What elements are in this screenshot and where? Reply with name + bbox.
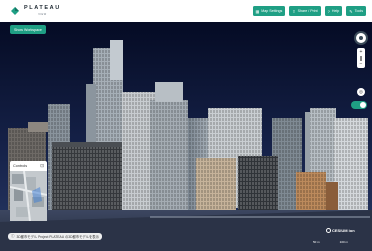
cesium-credit-text: CESIUM ion — [332, 228, 355, 233]
map-3d-viewport[interactable]: Show Workspace + − ◎ Controls ⊡ ⓘ 3D都市モデ… — [0, 22, 372, 251]
scale-bar: 50 m 100 m — [313, 240, 348, 244]
cesium-credit[interactable]: CESIUM ion — [326, 228, 355, 233]
header-button-group: ▦ Map Settings ⇪ Share / Print ? Help ✎ … — [252, 6, 366, 16]
workspace-chip-label: Show Workspace — [14, 27, 42, 32]
plateau-logo-icon — [11, 7, 19, 15]
logo[interactable]: PLATEAU VIEW — [10, 6, 61, 16]
data-notice[interactable]: ⓘ 3D都市モデル Project PLATEAU の3D都市モデルを表示 — [8, 233, 102, 240]
tools-label: Tools — [354, 9, 363, 13]
help-icon: ? — [327, 8, 330, 14]
compass-control[interactable] — [354, 31, 368, 45]
tools-button[interactable]: ✎ Tools — [346, 6, 366, 16]
minimap-graphic — [10, 171, 47, 221]
help-button[interactable]: ? Help — [324, 6, 343, 16]
zoom-in-button[interactable]: + — [360, 49, 363, 55]
app-root: PLATEAU VIEW ▦ Map Settings ⇪ Share / Pr… — [0, 0, 372, 251]
app-header: PLATEAU VIEW ▦ Map Settings ⇪ Share / Pr… — [0, 0, 372, 22]
zoom-slider[interactable] — [360, 55, 362, 61]
location-target-icon: ◎ — [359, 89, 363, 94]
toggle-knob — [360, 102, 366, 108]
map-settings-button[interactable]: ▦ Map Settings — [252, 6, 286, 16]
tools-icon: ✎ — [349, 8, 353, 14]
my-location-button[interactable]: ◎ — [357, 88, 365, 96]
data-notice-text: 3D都市モデル Project PLATEAU の3D都市モデルを表示 — [16, 235, 99, 239]
controls-panel-header[interactable]: Controls ⊡ — [10, 161, 47, 171]
map-settings-label: Map Settings — [261, 9, 283, 13]
info-icon: ⓘ — [11, 234, 15, 238]
cesium-logo-icon — [326, 228, 331, 233]
share-button[interactable]: ⇪ Share / Print — [289, 6, 321, 16]
scale-right-label: 100 m — [339, 240, 349, 244]
logo-subtext: VIEW — [38, 12, 47, 16]
help-label: Help — [331, 9, 340, 13]
controls-panel-label: Controls — [13, 164, 28, 168]
collapse-icon[interactable]: ⊡ — [40, 163, 44, 169]
zoom-control: + − — [357, 48, 365, 68]
share-icon: ⇪ — [292, 8, 296, 14]
compass-center-icon — [359, 36, 363, 40]
minimap[interactable] — [10, 171, 47, 221]
map-icon: ▦ — [255, 8, 260, 14]
scale-left-label: 50 m — [313, 240, 320, 244]
workspace-chip[interactable]: Show Workspace — [10, 25, 46, 34]
zoom-out-button[interactable]: − — [360, 61, 363, 67]
city-scene-graphic — [0, 22, 372, 251]
logo-text: PLATEAU — [24, 5, 61, 12]
view-toggle[interactable] — [351, 101, 367, 109]
share-label: Share / Print — [297, 9, 318, 13]
